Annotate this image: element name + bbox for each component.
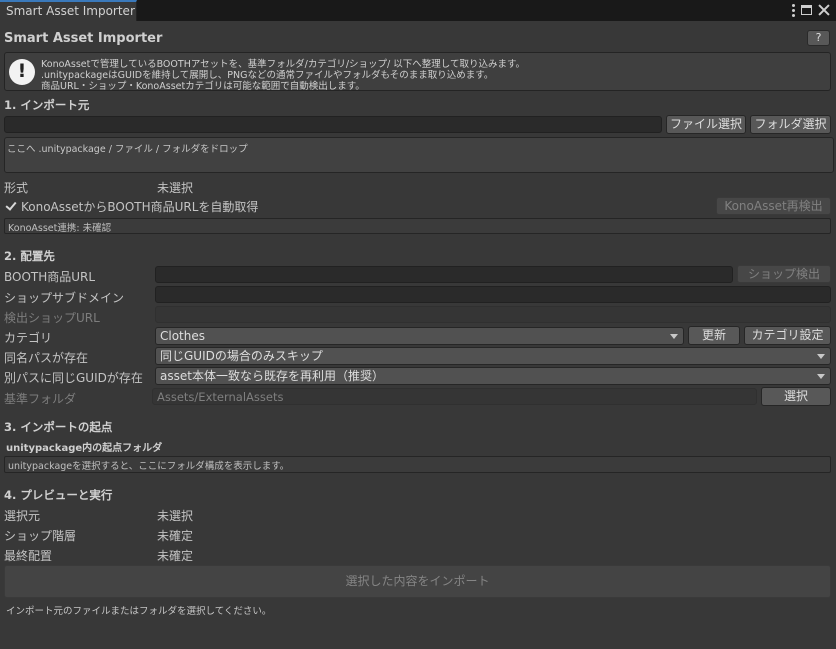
chevron-down-icon (670, 334, 678, 339)
maximize-icon[interactable] (801, 5, 812, 15)
booth-url-label: BOOTH商品URL (4, 270, 96, 284)
select-file-button[interactable]: ファイル選択 (666, 115, 746, 134)
window-controls (791, 3, 830, 17)
final-location-value: 未確定 (157, 549, 194, 563)
source-label: 選択元 (4, 509, 41, 523)
same-guid-label: 別パスに同じGUIDが存在 (4, 371, 143, 385)
more-options-icon[interactable] (791, 3, 795, 17)
tab-smart-asset-importer[interactable]: Smart Asset Importer (0, 0, 137, 21)
detected-shop-url-label: 検出ショップURL (4, 311, 100, 325)
shop-subdomain-label: ショップサブドメイン (4, 291, 125, 305)
page-title: Smart Asset Importer (4, 31, 163, 46)
refresh-button[interactable]: 更新 (688, 326, 740, 345)
same-guid-dropdown[interactable]: asset本体一致なら既存を再利用（推奨） (155, 367, 831, 385)
same-path-label: 同名パスが存在 (4, 351, 89, 365)
format-label: 形式 (4, 181, 29, 195)
source-value: 未選択 (157, 509, 194, 523)
root-folder-subheading: unitypackage内の起点フォルダ (6, 443, 163, 454)
category-dropdown[interactable]: Clothes (155, 327, 684, 345)
base-folder-field: Assets/ExternalAssets (152, 388, 757, 405)
konoasset-status: KonoAsset連携: 未確認 (4, 218, 831, 234)
select-base-folder-button[interactable]: 選択 (761, 387, 831, 406)
category-label: カテゴリ (4, 331, 53, 345)
import-button[interactable]: 選択した内容をインポート (4, 565, 831, 598)
booth-url-field[interactable] (155, 266, 733, 283)
detected-shop-url-field (155, 306, 831, 323)
folder-structure-status: unitypackageを選択すると、ここにフォルダ構成を表示します。 (4, 456, 831, 473)
info-line: 商品URL・ショップ・KonoAssetカテゴリは可能な範囲で自動検出します。 (41, 81, 365, 92)
shop-level-label: ショップ階層 (4, 529, 77, 543)
info-box: ! KonoAssetで管理しているBOOTHアセットを、基準フォルダ/カテゴリ… (4, 52, 831, 92)
final-location-label: 最終配置 (4, 549, 53, 563)
base-folder-label: 基準フォルダ (4, 392, 77, 406)
shop-detect-button[interactable]: ショップ検出 (737, 265, 831, 283)
category-settings-button[interactable]: カテゴリ設定 (744, 326, 831, 345)
tab-bar: Smart Asset Importer (0, 0, 836, 21)
close-icon[interactable] (818, 4, 830, 16)
shop-subdomain-field[interactable] (155, 286, 831, 303)
drop-zone-text: ここへ .unitypackage / ファイル / フォルダをドロップ (7, 144, 248, 155)
import-path-field[interactable] (4, 116, 662, 133)
exclamation-icon: ! (9, 59, 35, 85)
shop-level-value: 未確定 (157, 529, 194, 543)
same-path-dropdown[interactable]: 同じGUIDの場合のみスキップ (155, 347, 831, 365)
chevron-down-icon (817, 354, 825, 359)
konoasset-redetect-button[interactable]: KonoAsset再検出 (716, 197, 831, 215)
section-heading-import-root: 3. インポートの起点 (4, 420, 113, 434)
section-heading-destination: 2. 配置先 (4, 249, 55, 263)
section-heading-preview: 4. プレビューと実行 (4, 488, 113, 502)
format-value: 未選択 (157, 181, 194, 195)
footer-hint: インポート元のファイルまたはフォルダを選択してください。 (6, 606, 272, 617)
auto-fetch-checkbox[interactable] (5, 200, 17, 212)
auto-fetch-label: KonoAssetからBOOTH商品URLを自動取得 (21, 200, 259, 214)
drop-zone[interactable]: ここへ .unitypackage / ファイル / フォルダをドロップ (4, 137, 834, 173)
chevron-down-icon (817, 374, 825, 379)
help-button[interactable]: ? (807, 30, 830, 46)
select-folder-button[interactable]: フォルダ選択 (750, 115, 831, 134)
section-heading-import-source: 1. インポート元 (4, 98, 90, 112)
tab-title: Smart Asset Importer (6, 4, 135, 18)
